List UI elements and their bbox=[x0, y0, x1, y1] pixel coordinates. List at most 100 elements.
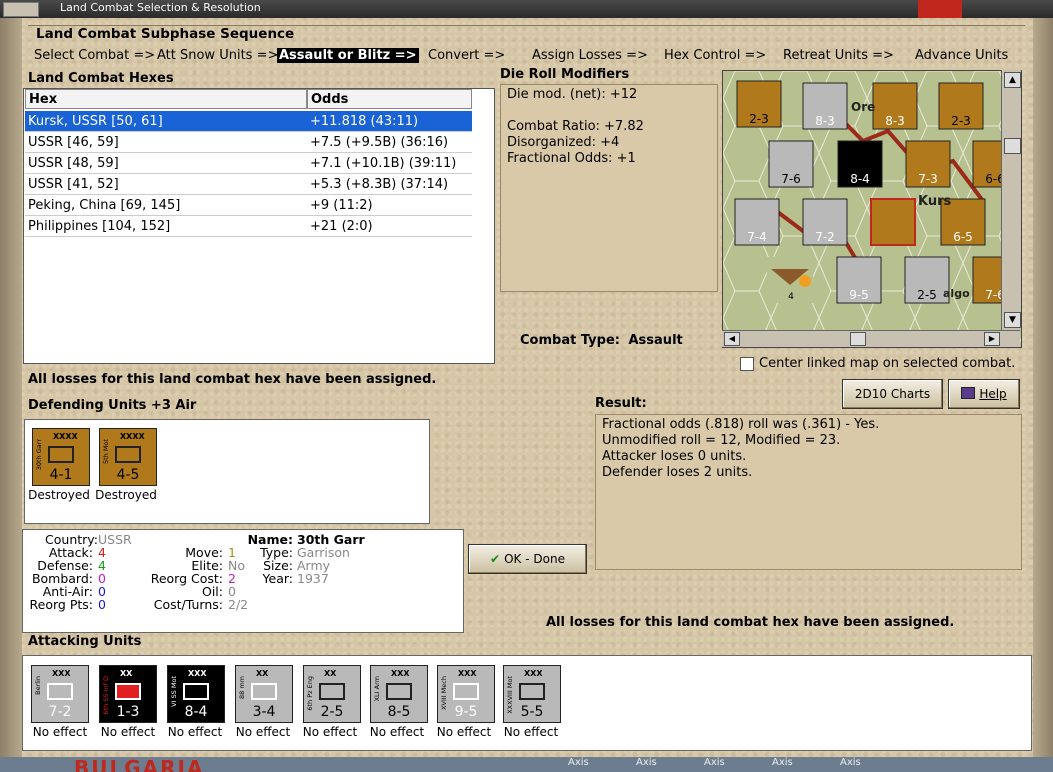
table-row[interactable]: Kursk, USSR [50, 61] +11.818 (43:11) bbox=[25, 111, 495, 132]
charts-button[interactable]: 2D10 Charts bbox=[842, 379, 943, 409]
unit-status: No effect bbox=[436, 725, 492, 739]
map-counter[interactable]: 7-2 bbox=[802, 198, 848, 246]
table-row[interactable]: Philippines [104, 152] +21 (2:0) bbox=[25, 216, 495, 237]
reorgpts-value: 0 bbox=[98, 597, 106, 612]
col-odds-header[interactable]: Odds bbox=[307, 89, 472, 109]
unit-status: No effect bbox=[100, 725, 156, 739]
map-counter[interactable]: 8-3 bbox=[802, 82, 848, 130]
unit-strength: 8-5 bbox=[387, 704, 411, 720]
costturns-label: Cost/Turns: bbox=[153, 597, 223, 612]
checkmark-icon: ✔ bbox=[490, 552, 501, 566]
step-advance-units[interactable]: Advance Units bbox=[915, 48, 1008, 63]
map-label-ore: Ore bbox=[851, 100, 875, 114]
odds-cell: +5.3 (+8.3B) (37:14) bbox=[307, 174, 472, 195]
help-button-label: Help bbox=[979, 387, 1007, 401]
map-label-kursk: Kurs bbox=[918, 194, 952, 209]
axis-label: Axis bbox=[636, 757, 657, 768]
window-title: Land Combat Selection & Resolution bbox=[60, 1, 261, 14]
odds-cell: +11.818 (43:11) bbox=[307, 111, 472, 132]
table-row[interactable]: USSR [48, 59] +7.1 (+10.1B) (39:11) bbox=[25, 153, 495, 174]
unit-strength: 4-1 bbox=[49, 467, 73, 483]
result-line: Defender loses 2 units. bbox=[602, 465, 753, 480]
unit-size: XXXX bbox=[120, 432, 145, 441]
combat-map[interactable]: 2-3 8-3 8-3 2-3 7-6 8-4 7-3 6-6 7-4 7-2 … bbox=[722, 70, 1022, 348]
attacking-unit-counter[interactable]: XXX Berlin 7-2 bbox=[31, 665, 89, 723]
right-frame bbox=[1033, 18, 1053, 763]
subphase-header: Land Combat Subphase Sequence bbox=[36, 26, 295, 42]
table-row[interactable]: Peking, China [69, 145] +9 (11:2) bbox=[25, 195, 495, 216]
unit-name: 30th Garr bbox=[35, 439, 43, 471]
map-counter[interactable]: 8-3 bbox=[872, 82, 918, 130]
left-frame bbox=[0, 18, 22, 763]
unit-size: XX bbox=[324, 669, 337, 678]
map-vertical-scrollbar[interactable]: ▲ ▼ bbox=[1001, 70, 1021, 330]
scroll-thumb[interactable] bbox=[1004, 138, 1021, 154]
map-counter[interactable]: 2-3 bbox=[736, 80, 782, 128]
step-att-snow-units[interactable]: Att Snow Units => bbox=[157, 48, 278, 63]
step-select-combat[interactable]: Select Combat => bbox=[34, 48, 155, 63]
unit-size: XXX bbox=[391, 669, 410, 678]
combat-type: Combat Type: Assault bbox=[520, 333, 683, 348]
table-row[interactable]: USSR [46, 59] +7.5 (+9.5B) (36:16) bbox=[25, 132, 495, 153]
map-counter[interactable]: 4 bbox=[767, 257, 813, 303]
center-map-checkbox[interactable] bbox=[740, 357, 754, 371]
attacking-unit-counter[interactable]: XXX XXXVIII Mot 5-5 bbox=[503, 665, 561, 723]
axis-label: Axis bbox=[772, 757, 793, 768]
map-counter[interactable] bbox=[870, 198, 916, 246]
result-line: Unmodified roll = 12, Modified = 23. bbox=[602, 433, 841, 448]
unit-strength: 4-5 bbox=[116, 467, 140, 483]
map-counter[interactable]: 9-5 bbox=[836, 256, 882, 304]
attacking-unit-counter[interactable]: XXX XVIII Mech 9-5 bbox=[437, 665, 495, 723]
map-counter[interactable]: 7-3 bbox=[905, 140, 951, 188]
attacking-units-box: XXX Berlin 7-2 No effect XX 6th SS Inf D… bbox=[22, 655, 1032, 751]
result-line: Attacker loses 0 units. bbox=[602, 449, 747, 464]
svg-text:8-4: 8-4 bbox=[850, 172, 870, 186]
close-button[interactable] bbox=[918, 0, 962, 18]
defending-unit-counter[interactable]: XXXX 30th Garr 4-1 bbox=[32, 428, 90, 486]
scroll-right-icon[interactable]: ▶ bbox=[984, 332, 1000, 346]
unit-status: Destroyed bbox=[95, 488, 157, 502]
table-row[interactable]: USSR [41, 52] +5.3 (+8.3B) (37:14) bbox=[25, 174, 495, 195]
attacking-unit-counter[interactable]: XXX VI SS Mot 8-4 bbox=[167, 665, 225, 723]
defending-header: Defending Units +3 Air bbox=[28, 398, 197, 413]
ok-done-button[interactable]: ✔ OK - Done bbox=[468, 544, 587, 574]
defending-unit-counter[interactable]: XXXX 5th Mot 4-5 bbox=[99, 428, 157, 486]
scroll-thumb[interactable] bbox=[850, 332, 866, 346]
scroll-down-icon[interactable]: ▼ bbox=[1004, 312, 1021, 328]
center-map-label: Center linked map on selected combat. bbox=[759, 356, 1016, 371]
hexes-table: Hex Odds Kursk, USSR [50, 61] +11.818 (4… bbox=[23, 88, 495, 364]
system-menu-button[interactable] bbox=[3, 2, 39, 17]
attacking-unit-counter[interactable]: XX 88 mm 3-4 bbox=[235, 665, 293, 723]
combat-type-value: Assault bbox=[628, 333, 683, 348]
unit-status: No effect bbox=[503, 725, 559, 739]
attacking-unit-counter[interactable]: XX 6th SS Inf D 1-3 bbox=[99, 665, 157, 723]
map-svg: 2-3 8-3 8-3 2-3 7-6 8-4 7-3 6-6 7-4 7-2 … bbox=[723, 71, 1021, 347]
unit-strength: 5-5 bbox=[520, 704, 544, 720]
col-hex-header[interactable]: Hex bbox=[25, 89, 307, 109]
unit-size: XXX bbox=[524, 669, 543, 678]
unit-status: No effect bbox=[235, 725, 291, 739]
hex-cell: Philippines [104, 152] bbox=[25, 216, 307, 237]
scroll-left-icon[interactable]: ◀ bbox=[724, 332, 740, 346]
step-retreat-units[interactable]: Retreat Units => bbox=[783, 48, 894, 63]
scroll-up-icon[interactable]: ▲ bbox=[1004, 72, 1021, 88]
mountain-infantry-icon bbox=[47, 683, 73, 700]
help-button[interactable]: Help bbox=[948, 379, 1020, 409]
step-assign-losses[interactable]: Assign Losses => bbox=[532, 48, 648, 63]
map-counter[interactable]: 7-6 bbox=[768, 140, 814, 188]
map-counter[interactable]: 7-4 bbox=[734, 198, 780, 246]
svg-text:7-6: 7-6 bbox=[781, 172, 801, 186]
antitank-icon bbox=[251, 683, 277, 700]
attacking-unit-counter[interactable]: XX 6th Pz Eng 2-5 bbox=[303, 665, 361, 723]
mechanized-icon bbox=[453, 683, 479, 700]
map-counter[interactable]: 2-3 bbox=[938, 82, 984, 130]
step-hex-control[interactable]: Hex Control => bbox=[664, 48, 766, 63]
step-convert[interactable]: Convert => bbox=[428, 48, 505, 63]
hex-cell: USSR [41, 52] bbox=[25, 174, 307, 195]
attacking-unit-counter[interactable]: XXX XLI Arm 8-5 bbox=[370, 665, 428, 723]
step-assault-or-blitz[interactable]: Assault or Blitz => bbox=[277, 48, 419, 63]
hex-cell: USSR [48, 59] bbox=[25, 153, 307, 174]
map-horizontal-scrollbar[interactable]: ◀ ▶ bbox=[722, 330, 1020, 347]
map-counter[interactable]: 8-4 bbox=[837, 140, 883, 188]
infantry-icon bbox=[115, 683, 141, 700]
